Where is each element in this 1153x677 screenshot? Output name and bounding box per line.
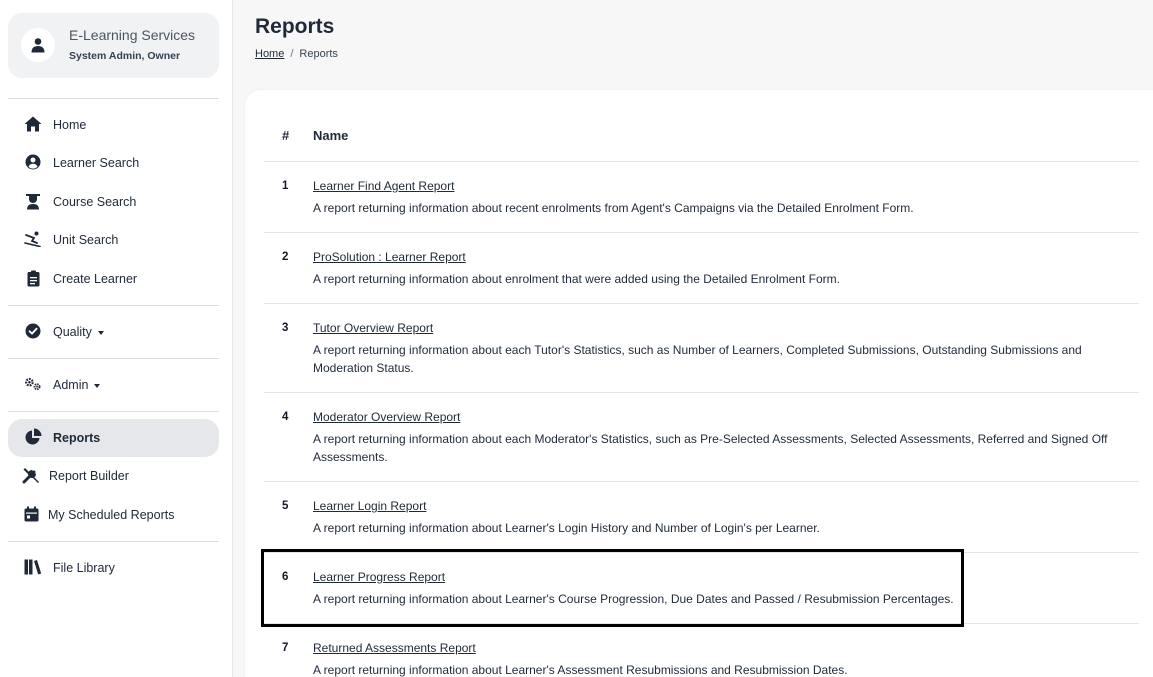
page-title: Reports [255, 15, 335, 38]
report-link-learner-find-agent[interactable]: Learner Find Agent Report [313, 179, 454, 193]
sidebar-divider [8, 98, 219, 99]
books-icon [24, 558, 42, 576]
sidebar: E-Learning Services System Admin, Owner … [0, 0, 233, 677]
sidebar-item-label: Reports [53, 431, 101, 445]
calendar-icon [22, 505, 40, 523]
pie-chart-icon [24, 428, 42, 446]
sidebar-item-label: Course Search [53, 195, 137, 209]
report-description: A report returning information about eac… [313, 432, 1108, 464]
report-link-tutor-overview[interactable]: Tutor Overview Report [313, 321, 433, 335]
row-number: 5 [282, 500, 289, 512]
chevron-down-icon [94, 383, 101, 388]
chevron-down-icon [97, 330, 104, 335]
sidebar-item-label: Create Learner [53, 272, 138, 286]
row-divider [264, 161, 1139, 162]
user-card[interactable]: E-Learning Services System Admin, Owner [8, 13, 219, 78]
sidebar-item-report-builder[interactable]: Report Builder [8, 457, 219, 495]
sidebar-item-label: Unit Search [53, 233, 119, 247]
graduation-icon [24, 192, 42, 210]
sidebar-item-label: Home [53, 118, 87, 132]
row-divider [264, 303, 1139, 304]
sidebar-item-learner-search[interactable]: Learner Search [8, 144, 219, 182]
report-description: A report returning information about Lea… [313, 663, 848, 677]
user-circle-icon [24, 153, 42, 171]
row-number: 1 [282, 180, 289, 192]
row-divider [264, 623, 1139, 624]
sidebar-item-quality[interactable]: Quality [8, 313, 219, 351]
sidebar-item-create-learner[interactable]: Create Learner [8, 260, 219, 298]
user-avatar-icon [21, 28, 55, 62]
report-link-moderator-overview[interactable]: Moderator Overview Report [313, 410, 460, 424]
row-divider [264, 552, 1139, 553]
sidebar-item-label: My Scheduled Reports [48, 508, 175, 522]
sidebar-item-my-scheduled-reports[interactable]: My Scheduled Reports [8, 496, 219, 534]
row-divider [264, 481, 1139, 482]
breadcrumb: Home / Reports [255, 48, 338, 60]
breadcrumb-separator: / [290, 48, 294, 60]
sidebar-item-file-library[interactable]: File Library [8, 549, 219, 587]
row-divider [264, 232, 1139, 233]
report-description: A report returning information about enr… [313, 272, 840, 286]
sidebar-item-label: Learner Search [53, 156, 140, 170]
report-link-learner-progress[interactable]: Learner Progress Report [313, 570, 445, 584]
check-circle-icon [24, 322, 42, 340]
sidebar-item-admin[interactable]: Admin [8, 366, 219, 404]
sidebar-item-label: Admin [53, 378, 101, 392]
skier-icon [24, 230, 42, 248]
sidebar-item-course-search[interactable]: Course Search [8, 183, 219, 221]
clipboard-icon [24, 269, 42, 287]
sidebar-divider [8, 305, 219, 306]
report-link-learner-login[interactable]: Learner Login Report [313, 499, 426, 513]
sidebar-item-label: File Library [53, 561, 115, 575]
tools-icon [22, 466, 40, 484]
sidebar-item-label: Report Builder [49, 469, 129, 483]
sidebar-divider [8, 541, 219, 542]
report-link-returned-assessments[interactable]: Returned Assessments Report [313, 641, 476, 655]
row-number: 6 [282, 571, 289, 583]
sidebar-item-label: Quality [53, 325, 104, 339]
sidebar-item-home[interactable]: Home [8, 106, 219, 144]
row-number: 2 [282, 251, 289, 263]
sidebar-item-unit-search[interactable]: Unit Search [8, 221, 219, 259]
report-description: A report returning information about rec… [313, 201, 914, 215]
report-description: A report returning information about Lea… [313, 521, 820, 535]
report-link-prosolution-learner[interactable]: ProSolution : Learner Report [313, 250, 466, 264]
report-description: A report returning information about eac… [313, 343, 1082, 375]
sidebar-divider [8, 358, 219, 359]
row-number: 7 [282, 642, 289, 654]
report-description: A report returning information about Lea… [313, 592, 954, 606]
home-icon [24, 115, 42, 133]
cogs-icon [24, 375, 42, 393]
sidebar-item-reports[interactable]: Reports [8, 419, 219, 457]
sidebar-divider [8, 411, 219, 412]
breadcrumb-current: Reports [299, 48, 338, 60]
row-number: 3 [282, 322, 289, 334]
breadcrumb-home-link[interactable]: Home [255, 48, 284, 60]
org-name: E-Learning Services [69, 27, 196, 43]
row-divider [264, 392, 1139, 393]
row-number: 4 [282, 411, 289, 423]
column-header-number: # [282, 128, 290, 143]
user-role: System Admin, Owner [69, 50, 181, 62]
column-header-name: Name [313, 128, 349, 143]
